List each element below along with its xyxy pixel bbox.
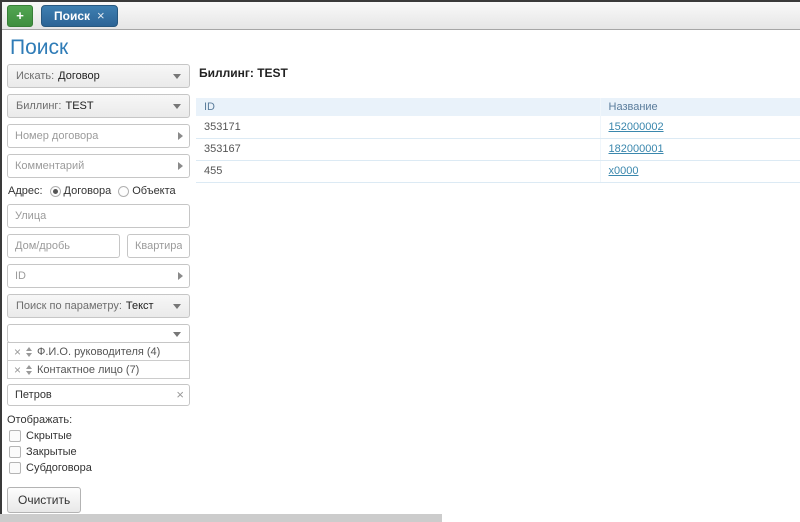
param-value-input[interactable] xyxy=(7,384,190,406)
contract-id: 353167 xyxy=(196,138,600,160)
radio-address-contract[interactable] xyxy=(50,186,61,197)
add-tab-button[interactable]: + xyxy=(7,5,33,27)
expand-right-icon[interactable] xyxy=(178,132,183,140)
tab-label: Поиск xyxy=(54,9,90,23)
param-add-select[interactable] xyxy=(7,324,190,343)
address-label: Адрес: xyxy=(8,185,43,197)
page-title: Поиск xyxy=(10,36,68,60)
window-border-left xyxy=(0,0,2,514)
table-header-name[interactable]: Название xyxy=(600,98,800,116)
checkbox-hidden-label[interactable]: Скрытые xyxy=(26,430,72,442)
tab-search[interactable]: Поиск × xyxy=(41,5,118,27)
search-type-select[interactable]: Искать: Договор xyxy=(7,64,190,88)
results-heading: Биллинг: TEST xyxy=(199,66,288,80)
radio-address-object-label[interactable]: Объекта xyxy=(132,185,175,197)
comment-input[interactable] xyxy=(7,154,190,178)
checkbox-closed[interactable] xyxy=(9,446,21,458)
radio-address-contract-label[interactable]: Договора xyxy=(64,185,112,197)
table-row: 353167 182000001 xyxy=(196,138,800,160)
checkbox-subcontracts-label[interactable]: Субдоговора xyxy=(26,462,92,474)
contract-link[interactable]: x0000 xyxy=(609,165,639,177)
contract-id: 455 xyxy=(196,160,600,182)
billing-label: Биллинг: xyxy=(16,100,62,112)
window-border-top xyxy=(0,0,800,2)
tab-close-icon[interactable]: × xyxy=(97,8,105,23)
street-input[interactable] xyxy=(7,204,190,228)
checkbox-hidden[interactable] xyxy=(9,430,21,442)
caret-down-icon xyxy=(173,74,181,79)
table-row: 353171 152000002 xyxy=(196,116,800,138)
radio-address-object[interactable] xyxy=(118,186,129,197)
contract-number-input[interactable] xyxy=(7,124,190,148)
param-search-select[interactable]: Поиск по параметру: Текст xyxy=(7,294,190,318)
search-type-value: Договор xyxy=(58,70,100,82)
param-search-value: Текст xyxy=(126,300,154,312)
apartment-input[interactable] xyxy=(127,234,190,258)
house-input[interactable] xyxy=(7,234,120,258)
clear-input-icon[interactable]: × xyxy=(176,387,184,403)
checkbox-subcontracts[interactable] xyxy=(9,462,21,474)
expand-right-icon[interactable] xyxy=(178,272,183,280)
sort-handle-icon[interactable] xyxy=(26,365,32,375)
search-type-label: Искать: xyxy=(16,70,54,82)
tab-bar: + Поиск × xyxy=(2,2,800,30)
clear-button[interactable]: Очистить xyxy=(7,487,81,513)
param-item-label: Контактное лицо (7) xyxy=(37,364,139,376)
table-row: 455 x0000 xyxy=(196,160,800,182)
table-header-row: ID Название xyxy=(196,98,800,116)
contract-link[interactable]: 182000001 xyxy=(609,143,664,155)
caret-down-icon xyxy=(173,104,181,109)
caret-down-icon xyxy=(173,304,181,309)
contract-id: 353171 xyxy=(196,116,600,138)
remove-icon[interactable]: × xyxy=(12,364,23,376)
id-input[interactable] xyxy=(7,264,190,288)
billing-select[interactable]: Биллинг: TEST xyxy=(7,94,190,118)
table-header-id[interactable]: ID xyxy=(196,98,600,116)
sort-handle-icon[interactable] xyxy=(26,347,32,357)
param-item-contact: × Контактное лицо (7) xyxy=(7,360,190,379)
param-item-label: Ф.И.О. руководителя (4) xyxy=(37,346,160,358)
results-table: ID Название 353171 152000002 353167 1820… xyxy=(196,98,800,183)
search-form: Искать: Договор Биллинг: TEST Адрес: Дог… xyxy=(7,64,190,513)
bottom-scrollbar[interactable] xyxy=(0,514,442,522)
remove-icon[interactable]: × xyxy=(12,346,23,358)
param-item-fio: × Ф.И.О. руководителя (4) xyxy=(7,342,190,361)
caret-down-icon xyxy=(173,332,181,337)
display-label: Отображать: xyxy=(7,414,190,426)
contract-link[interactable]: 152000002 xyxy=(609,121,664,133)
checkbox-closed-label[interactable]: Закрытые xyxy=(26,446,77,458)
expand-right-icon[interactable] xyxy=(178,162,183,170)
param-search-label: Поиск по параметру: xyxy=(16,300,122,312)
address-radio-group: Адрес: Договора Объекта xyxy=(8,184,190,198)
billing-value: TEST xyxy=(66,100,94,112)
